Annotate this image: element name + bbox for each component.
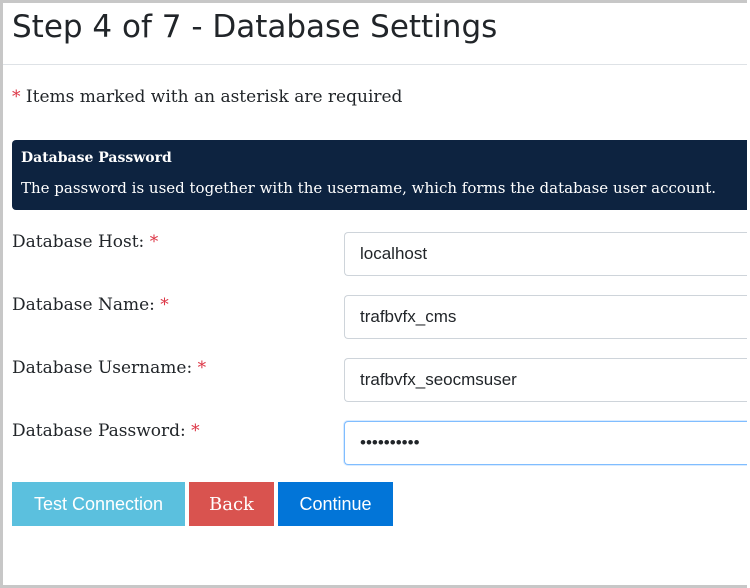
- form-row-database-host: Database Host: *: [3, 232, 747, 278]
- database-password-label: Database Password: *: [12, 421, 200, 441]
- page-title: Step 4 of 7 - Database Settings: [12, 9, 498, 45]
- database-host-input[interactable]: [344, 232, 747, 276]
- form-row-database-username: Database Username: *: [3, 358, 747, 404]
- database-name-label: Database Name: *: [12, 295, 169, 315]
- required-note: * Items marked with an asterisk are requ…: [12, 87, 402, 107]
- form-row-database-name: Database Name: *: [3, 295, 747, 341]
- info-panel-heading: Database Password: [21, 150, 172, 166]
- required-asterisk: *: [12, 87, 21, 107]
- database-password-input[interactable]: [344, 421, 747, 465]
- required-asterisk: *: [197, 358, 207, 378]
- back-button[interactable]: Back: [189, 482, 274, 526]
- title-divider: [3, 64, 747, 65]
- database-username-label: Database Username: *: [12, 358, 207, 378]
- continue-button[interactable]: Continue: [278, 482, 393, 526]
- database-host-label: Database Host: *: [12, 232, 159, 252]
- required-note-text: Items marked with an asterisk are requir…: [20, 87, 403, 107]
- required-asterisk: *: [149, 232, 159, 252]
- form-row-database-password: Database Password: *: [3, 421, 747, 467]
- database-username-input[interactable]: [344, 358, 747, 402]
- install-wizard-frame: Step 4 of 7 - Database Settings * Items …: [0, 0, 747, 588]
- test-connection-button[interactable]: Test Connection: [12, 482, 185, 526]
- required-asterisk: *: [191, 421, 200, 441]
- info-panel-text: The password is used together with the u…: [21, 179, 717, 197]
- database-name-input[interactable]: [344, 295, 747, 339]
- info-panel: Database Password The password is used t…: [12, 140, 747, 210]
- required-asterisk: *: [160, 295, 169, 315]
